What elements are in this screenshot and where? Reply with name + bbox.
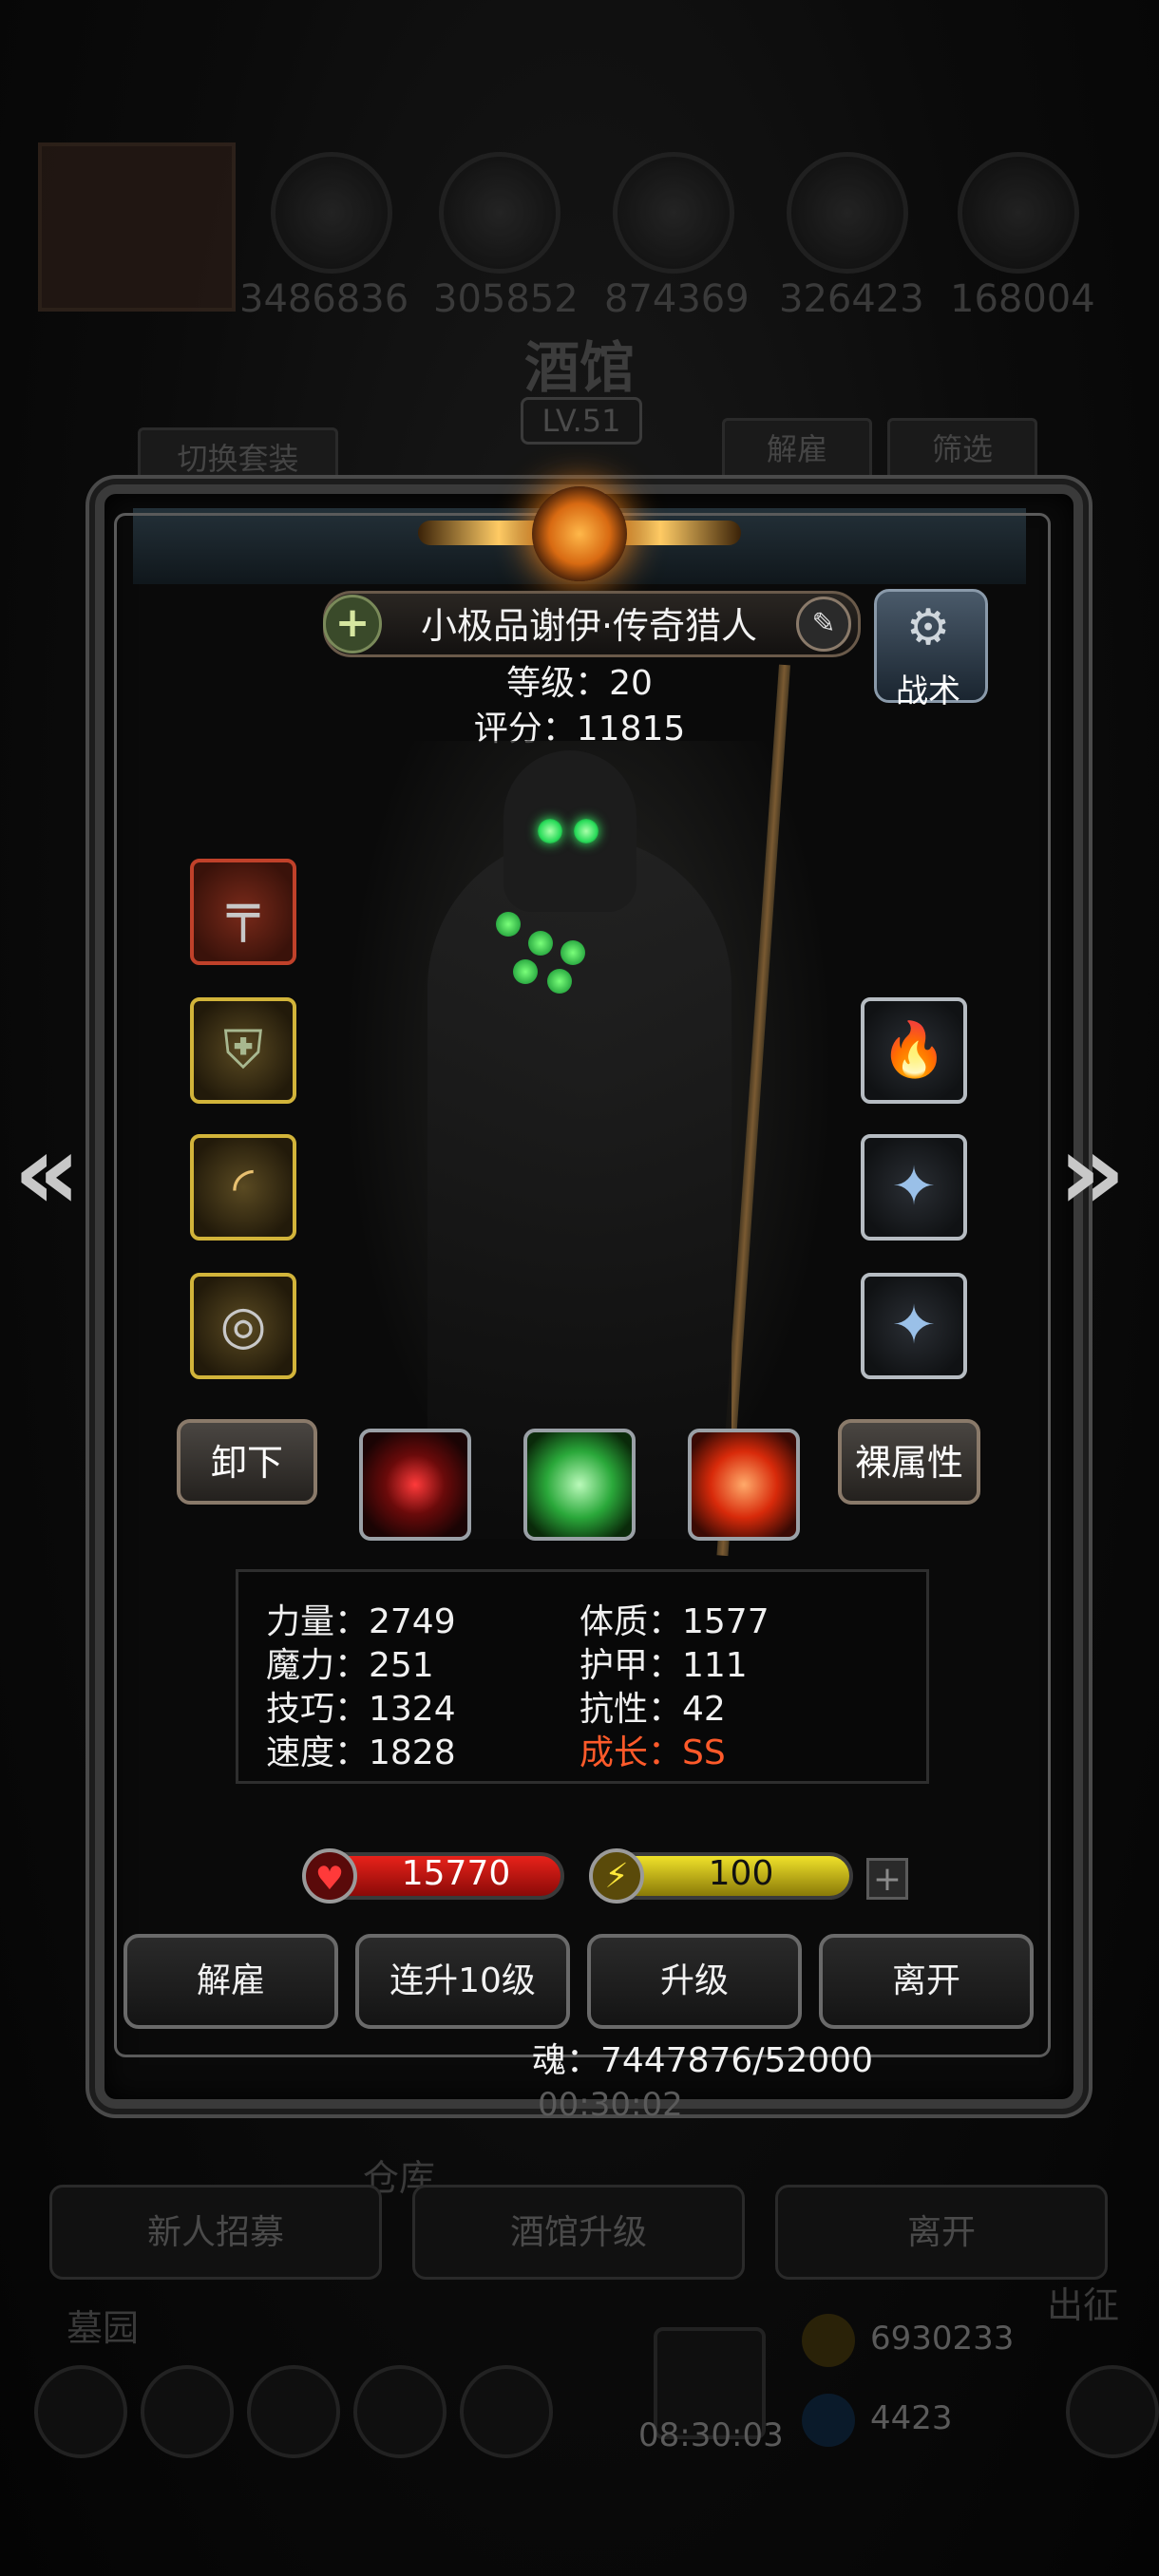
equip-weapon-slot[interactable]: ╤ [190,859,296,965]
gear-icon: ⚙ [905,599,951,656]
heart-icon: ♥ [302,1848,357,1904]
menu-icon[interactable] [353,2365,446,2458]
hero-gem [560,940,585,965]
hero-right-eye [574,819,598,843]
resource-2-count: 305852 [433,277,579,321]
attr-constitution: 体质：1577 [580,1602,770,1641]
hp-value: 15770 [401,1854,511,1893]
hero-name: 小极品谢伊·传奇猎人 [420,605,758,647]
edit-name-icon[interactable]: ✎ [796,597,851,652]
equip-ring-slot[interactable]: ◎ [190,1273,296,1379]
revolver-icon: ╤ [227,881,259,942]
gold-amount: 6930233 [870,2320,1015,2358]
add-icon[interactable] [1066,2365,1159,2458]
next-hero-arrow-icon[interactable]: » [1058,1111,1126,1233]
level-up-button[interactable]: 升级 [587,1934,802,2029]
resource-4-icon [787,152,908,274]
menu-icon[interactable] [460,2365,553,2458]
base-attributes-button[interactable]: 裸属性 [838,1419,980,1505]
attr-magic: 魔力：251 [266,1646,434,1685]
leave-tavern-button[interactable]: 离开 [775,2185,1108,2280]
resource-3-count: 874369 [604,277,750,321]
ring-icon: ◎ [219,1295,267,1356]
hero-left-eye [538,819,562,843]
crystal-badge-icon: ✦ [891,1295,937,1356]
attr-strength: 力量：2749 [266,1602,456,1641]
energy-value: 100 [708,1854,774,1893]
poison-skull-skill-icon[interactable] [523,1429,636,1541]
switch-outfit-button[interactable]: 切换套装 [138,427,338,490]
resource-1-icon [271,152,392,274]
equip-armor-slot[interactable]: ⛨ [190,997,296,1104]
attr-speed: 速度：1828 [266,1733,456,1772]
player-avatar [38,142,236,312]
dismiss-tab[interactable]: 解雇 [722,418,872,481]
armor-icon: ⛨ [223,1019,263,1081]
graveyard-label: 墓园 [66,2307,140,2349]
soul-counter: 魂：7447876/52000 [532,2041,873,2080]
hero-hood [504,750,636,912]
rune-slot-1[interactable]: 🔥 [861,997,967,1104]
resource-5-count: 168004 [950,277,1095,321]
rank-emblem-icon [532,486,627,581]
gem-amount: 4423 [870,2399,953,2437]
menu-icon[interactable] [141,2365,234,2458]
attr-resistance: 抗性：42 [580,1690,726,1729]
equip-accessory-slot[interactable]: ◜ [190,1134,296,1241]
tactics-label: 战术 [896,672,960,710]
heal-cross-skill-icon[interactable] [688,1429,800,1541]
menu-icon[interactable] [247,2365,340,2458]
lightning-icon: ⚡ [589,1848,644,1904]
expedition-label: 出征 [1047,2284,1120,2326]
hero-gem [513,959,538,984]
building-level: LV.51 [521,397,642,445]
menu-icon[interactable] [34,2365,127,2458]
upgrade-tavern-button[interactable]: 酒馆升级 [412,2185,745,2280]
add-energy-button[interactable]: + [866,1858,908,1900]
fire-rune-icon: 🔥 [881,1019,947,1081]
crosshair-skill-icon[interactable] [359,1429,471,1541]
filter-tab[interactable]: 筛选 [887,418,1037,481]
attr-skill: 技巧：1324 [266,1690,456,1729]
dismiss-button[interactable]: 解雇 [124,1934,338,2029]
prev-hero-arrow-icon[interactable]: « [13,1111,81,1233]
attr-growth: 成长：SS [580,1733,726,1772]
recruit-button[interactable]: 新人招募 [49,2185,382,2280]
resource-3-icon [613,152,734,274]
resource-4-count: 326423 [779,277,924,321]
building-title: 酒馆 [523,335,635,400]
bottom-timer: 08:30:03 [638,2416,784,2454]
gold-coin-icon [802,2314,855,2367]
tavern-timer: 00:30:02 [538,2086,683,2124]
resource-1-count: 3486836 [239,277,409,321]
leave-dialog-button[interactable]: 离开 [819,1934,1034,2029]
attr-armor: 护甲：111 [580,1646,748,1685]
gem-icon [802,2394,855,2447]
rune-slot-2[interactable]: ✦ [861,1134,967,1241]
horn-icon: ◜ [233,1156,254,1218]
unequip-button[interactable]: 卸下 [177,1419,317,1505]
hero-gem [496,912,521,937]
hero-gem [528,931,553,956]
resource-5-icon [958,152,1079,274]
level-up-10-button[interactable]: 连升10级 [355,1934,570,2029]
hero-gem [547,969,572,994]
crystal-badge-icon: ✦ [891,1156,937,1218]
resource-2-icon [439,152,560,274]
rune-slot-3[interactable]: ✦ [861,1273,967,1379]
